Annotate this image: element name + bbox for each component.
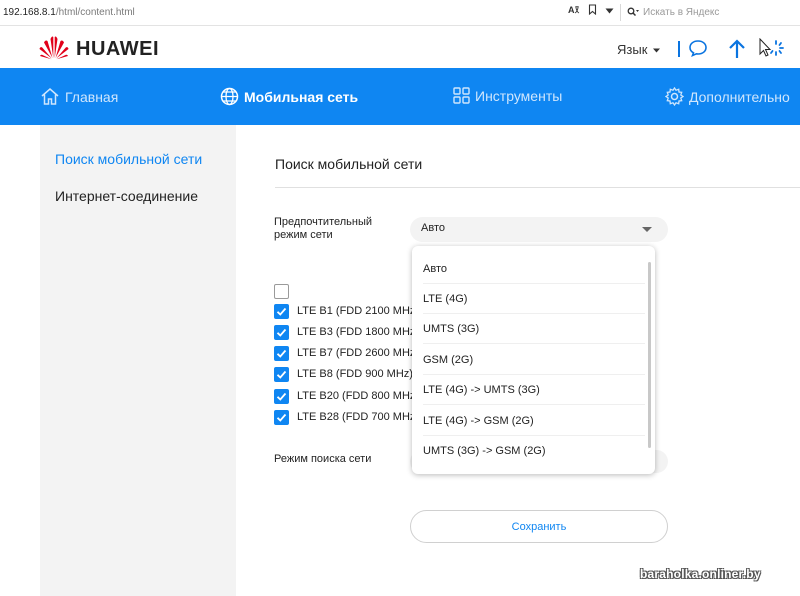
- dropdown-option[interactable]: LTE (4G): [423, 284, 645, 314]
- huawei-logo[interactable]: HUAWEI: [38, 34, 159, 65]
- band-label: LTE B20 (FDD 800 MHz): [297, 390, 420, 402]
- caret-down-icon: [642, 227, 652, 232]
- nav-item-label: Мобильная сеть: [244, 88, 359, 105]
- upload-arrow-icon[interactable]: [727, 38, 747, 65]
- language-label: Язык: [617, 42, 648, 57]
- nav-item-label: Главная: [65, 88, 119, 105]
- url-field[interactable]: 192.168.8.1/html/content.html: [3, 7, 135, 18]
- dropdown-option[interactable]: LTE (4G) -> GSM (2G): [423, 406, 645, 436]
- preferred-mode-select[interactable]: Авто: [410, 217, 668, 242]
- band-checkbox[interactable]: [274, 367, 289, 382]
- band-label: LTE B28 (FDD 700 MHz): [297, 411, 420, 423]
- bookmark-icon[interactable]: [588, 4, 597, 18]
- sidebar-item-internet-connection[interactable]: Интернет-соединение: [55, 188, 198, 204]
- header-divider: [678, 41, 680, 57]
- checkmark-icon: [276, 328, 287, 337]
- nav-item-label: Инструменты: [475, 87, 563, 104]
- preferred-mode-value: Авто: [421, 222, 445, 234]
- preferred-mode-label: Предпочтительный режим сети: [274, 216, 372, 242]
- search-icon: [627, 4, 639, 22]
- preferred-mode-dropdown: Авто LTE (4G) UMTS (3G) GSM (2G) LTE (4G…: [412, 246, 655, 474]
- translate-icon[interactable]: A: [568, 4, 580, 18]
- band-label: LTE B1 (FDD 2100 MHz): [297, 305, 420, 317]
- checkmark-icon: [276, 413, 287, 422]
- band-label: LTE B3 (FDD 1800 MHz): [297, 326, 420, 338]
- huawei-logo-text: HUAWEI: [76, 38, 159, 60]
- loading-spinner-icon[interactable]: [759, 37, 785, 67]
- nav-item-label: Дополнительно: [689, 88, 790, 105]
- nav-item-advanced[interactable]: Дополнительно: [665, 87, 790, 106]
- band-checkbox[interactable]: [274, 389, 289, 404]
- globe-icon: [220, 87, 239, 106]
- dropdown-option[interactable]: UMTS (3G): [423, 314, 645, 344]
- chevron-down-icon: [653, 48, 661, 53]
- preferred-mode-label-line1: Предпочтительный: [274, 216, 373, 228]
- dropdown-option[interactable]: UMTS (3G) -> GSM (2G): [423, 436, 645, 466]
- band-checkbox[interactable]: [274, 325, 289, 340]
- browser-address-bar: 192.168.8.1/html/content.html A Искать в…: [0, 0, 800, 26]
- main-nav: Главная Мобильная сеть Инструменты Допол…: [0, 68, 800, 125]
- sidebar: Поиск мобильной сети Интернет-соединение: [40, 125, 236, 596]
- chat-bubble-icon[interactable]: [688, 38, 708, 63]
- dropdown-option[interactable]: GSM (2G): [423, 345, 645, 375]
- svg-text:A: A: [568, 5, 575, 15]
- band-label: LTE B7 (FDD 2600 MHz): [297, 347, 420, 359]
- band-checkbox[interactable]: [274, 410, 289, 425]
- sidebar-item-network-search[interactable]: Поиск мобильной сети: [55, 151, 202, 167]
- band-label: LTE B8 (FDD 900 MHz): [297, 368, 413, 380]
- home-icon: [41, 88, 59, 105]
- yandex-search-field[interactable]: Искать в Яндекс: [627, 3, 800, 22]
- language-selector[interactable]: Язык: [617, 42, 661, 57]
- save-button[interactable]: Сохранить: [410, 510, 668, 543]
- band-checkbox[interactable]: [274, 304, 289, 319]
- url-host: 192.168.8.1: [3, 7, 56, 18]
- nav-item-mobile-network[interactable]: Мобильная сеть: [220, 87, 358, 106]
- dropdown-option[interactable]: LTE (4G) -> UMTS (3G): [423, 375, 645, 405]
- checkmark-icon: [276, 392, 287, 401]
- page-title: Поиск мобильной сети: [275, 156, 423, 172]
- nav-item-home[interactable]: Главная: [40, 87, 118, 106]
- app-header: HUAWEI Язык: [0, 26, 800, 68]
- gear-icon: [665, 87, 684, 106]
- dropdown-arrow-icon[interactable]: [605, 5, 614, 17]
- band-checkbox[interactable]: [274, 346, 289, 361]
- dropdown-scrollbar[interactable]: [648, 262, 651, 448]
- select-all-checkbox[interactable]: [274, 284, 289, 299]
- title-divider: [275, 187, 800, 188]
- url-path: /html/content.html: [55, 7, 135, 18]
- checkmark-icon: [276, 370, 287, 379]
- huawei-flower-icon: [38, 34, 70, 65]
- dropdown-option[interactable]: Авто: [423, 254, 645, 284]
- checkmark-icon: [276, 307, 287, 316]
- preferred-mode-label-line2: режим сети: [274, 229, 333, 241]
- search-mode-label: Режим поиска сети: [274, 453, 372, 465]
- grid-icon: [453, 87, 470, 104]
- search-placeholder: Искать в Яндекс: [643, 7, 720, 18]
- nav-item-tools[interactable]: Инструменты: [453, 87, 562, 104]
- checkmark-icon: [276, 349, 287, 358]
- watermark-text: baraholka.onliner.by: [640, 567, 761, 581]
- address-divider: [620, 4, 621, 21]
